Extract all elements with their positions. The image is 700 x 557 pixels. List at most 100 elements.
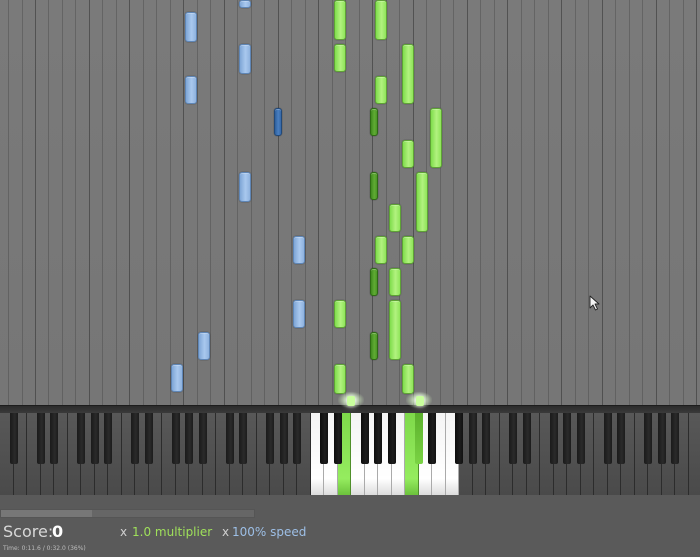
piano-black-key[interactable]	[239, 413, 247, 464]
piano-black-key[interactable]	[657, 413, 666, 464]
lane-divider	[669, 0, 670, 405]
piano-white-key[interactable]	[688, 413, 700, 495]
piano-black-key[interactable]	[104, 413, 112, 464]
score-value: 0	[52, 522, 64, 541]
note-left-hand	[185, 12, 197, 42]
lane-divider	[156, 0, 157, 405]
piano-black-key[interactable]	[482, 413, 490, 464]
lane-divider	[8, 0, 9, 405]
piano-black-key[interactable]	[171, 413, 180, 464]
note-right-hand	[334, 44, 346, 72]
piano-black-key[interactable]	[509, 413, 517, 464]
note-left-hand	[293, 300, 305, 328]
lane-divider	[534, 0, 535, 405]
lane-divider	[183, 0, 184, 405]
song-progress-fill	[1, 510, 93, 517]
piano-black-key[interactable]	[293, 413, 301, 464]
piano-black-key[interactable]	[576, 413, 585, 464]
lane-divider	[386, 0, 387, 405]
song-progress-bar[interactable]	[0, 509, 255, 518]
lane-divider	[224, 0, 225, 405]
note-left-hand	[185, 76, 197, 104]
piano-black-key[interactable]	[563, 413, 571, 464]
lane-divider	[129, 0, 130, 405]
note-right-hand	[402, 364, 414, 394]
piano-black-key[interactable]	[671, 413, 679, 464]
key-hit-spark	[416, 396, 424, 406]
piano-black-key[interactable]	[131, 413, 139, 464]
note-right-hand	[430, 108, 442, 168]
note-right-hand	[402, 236, 414, 264]
lane-divider	[588, 0, 589, 405]
piano-black-key[interactable]	[90, 413, 99, 464]
lane-divider	[318, 0, 319, 405]
note-right-hand	[370, 268, 378, 296]
note-right-hand	[370, 108, 378, 136]
note-right-hand	[334, 0, 346, 40]
key-hit-spark	[347, 396, 355, 406]
lane-divider	[278, 0, 279, 405]
lane-divider	[656, 0, 657, 405]
piano-black-key[interactable]	[9, 413, 18, 464]
lane-divider	[332, 0, 333, 405]
lane-divider	[48, 0, 49, 405]
note-left-hand	[171, 364, 183, 392]
note-left-hand	[239, 0, 251, 8]
lane-divider	[507, 0, 508, 405]
piano-black-key[interactable]	[617, 413, 625, 464]
note-left-hand	[274, 108, 282, 136]
lane-divider	[291, 0, 292, 405]
lane-divider	[62, 0, 63, 405]
speed-value[interactable]: 100% speed	[232, 525, 306, 539]
piano-black-key[interactable]	[387, 413, 396, 464]
piano-black-key[interactable]	[333, 413, 342, 464]
piano-black-key[interactable]	[603, 413, 612, 464]
piano-black-key[interactable]	[468, 413, 477, 464]
piano-black-key[interactable]	[320, 413, 328, 464]
piano-black-key[interactable]	[455, 413, 463, 464]
piano-black-key[interactable]	[36, 413, 45, 464]
lane-divider	[629, 0, 630, 405]
score-label: Score:	[3, 522, 54, 541]
piano-black-key[interactable]	[77, 413, 85, 464]
lane-divider	[237, 0, 238, 405]
piano-black-key[interactable]	[225, 413, 234, 464]
multiplier-prefix: x	[120, 525, 128, 539]
note-right-hand	[402, 140, 414, 168]
note-right-hand	[389, 268, 401, 296]
lane-divider	[170, 0, 171, 405]
lane-divider	[359, 0, 360, 405]
speed-prefix: x	[222, 525, 230, 539]
note-right-hand	[389, 300, 401, 360]
piano-black-key[interactable]	[644, 413, 652, 464]
piano-black-key[interactable]	[428, 413, 436, 464]
piano-keyboard[interactable]	[0, 413, 700, 495]
piano-black-key[interactable]	[266, 413, 274, 464]
note-right-hand	[402, 44, 414, 104]
score-hud: Score: 0 x 1.0 multiplier x 100% speed T…	[0, 520, 700, 557]
note-left-hand	[239, 172, 251, 202]
lane-divider	[575, 0, 576, 405]
note-right-hand	[370, 332, 378, 360]
piano-black-key[interactable]	[549, 413, 558, 464]
piano-black-key[interactable]	[522, 413, 531, 464]
lane-divider	[561, 0, 562, 405]
note-right-hand	[375, 236, 387, 264]
piano-black-key[interactable]	[360, 413, 369, 464]
lane-divider	[683, 0, 684, 405]
piano-black-key[interactable]	[185, 413, 193, 464]
piano-black-key[interactable]	[279, 413, 288, 464]
note-roll	[0, 0, 700, 405]
lane-divider	[480, 0, 481, 405]
lane-divider	[696, 0, 697, 405]
piano-black-key[interactable]	[50, 413, 58, 464]
lane-divider	[75, 0, 76, 405]
lane-divider	[89, 0, 90, 405]
note-right-hand	[375, 0, 387, 40]
piano-black-key[interactable]	[414, 413, 423, 464]
piano-black-key[interactable]	[198, 413, 207, 464]
piano-black-key[interactable]	[374, 413, 382, 464]
piano-black-key[interactable]	[144, 413, 153, 464]
lane-divider	[116, 0, 117, 405]
note-right-hand	[375, 76, 387, 104]
